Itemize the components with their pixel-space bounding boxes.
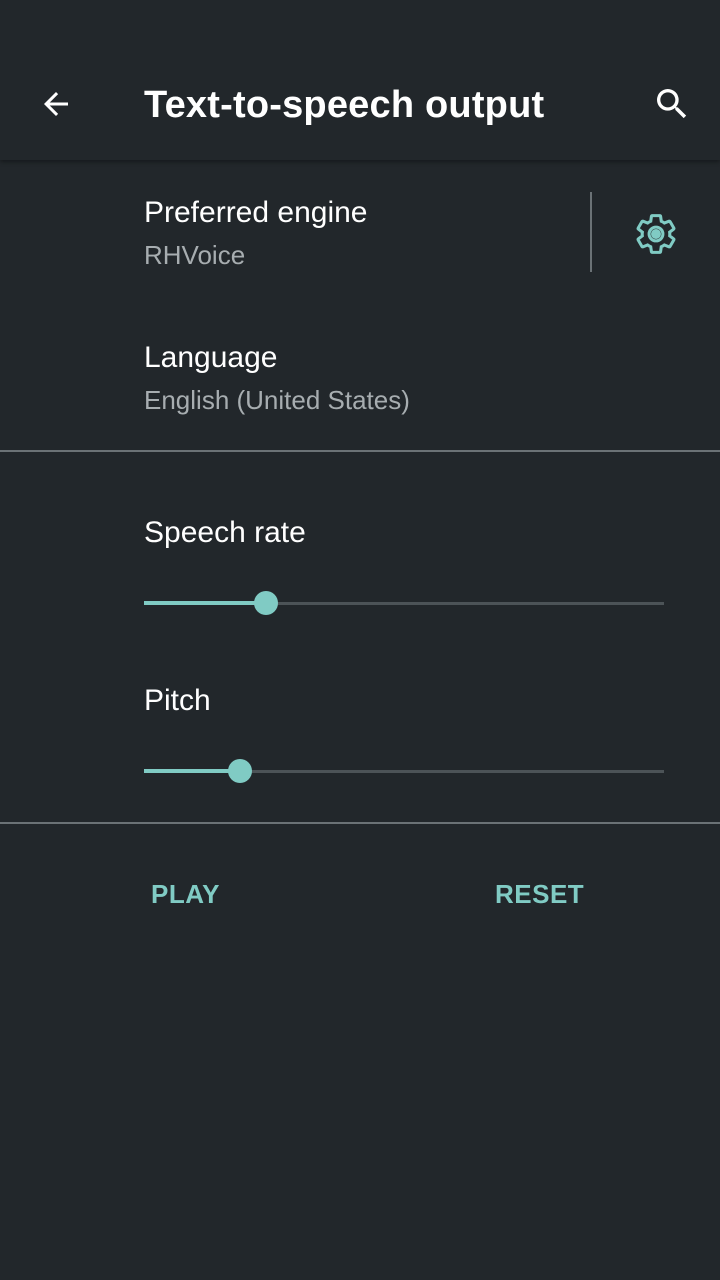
section-divider <box>0 450 720 452</box>
slider-thumb[interactable] <box>254 591 278 615</box>
vertical-divider <box>590 192 592 272</box>
gear-icon <box>636 214 676 254</box>
preferred-engine-item[interactable]: Preferred engine RHVoice <box>0 160 720 305</box>
slider-thumb[interactable] <box>228 759 252 783</box>
engine-settings-button[interactable] <box>616 194 696 274</box>
language-title: Language <box>144 341 278 374</box>
speech-rate-slider[interactable] <box>144 583 664 623</box>
speech-rate-label: Speech rate <box>144 516 306 549</box>
preferred-engine-summary: RHVoice <box>144 240 246 270</box>
language-summary: English (United States) <box>144 385 410 415</box>
pitch-slider[interactable] <box>144 751 664 791</box>
arrow-back-icon <box>44 92 68 116</box>
language-item[interactable]: Language English (United States) <box>0 305 720 450</box>
reset-button[interactable]: RESET <box>487 866 592 922</box>
play-button[interactable]: PLAY <box>143 866 228 922</box>
preferred-engine-title: Preferred engine <box>144 196 368 229</box>
search-icon <box>657 89 687 119</box>
slider-fill <box>144 601 266 605</box>
app-bar: Text-to-speech output <box>0 0 720 160</box>
page-title: Text-to-speech output <box>144 84 545 126</box>
slider-fill <box>144 769 240 773</box>
back-button[interactable] <box>24 72 88 136</box>
search-button[interactable] <box>640 72 704 136</box>
tts-settings-screen: Text-to-speech output Preferred engine R… <box>0 0 720 1280</box>
pitch-label: Pitch <box>144 684 211 717</box>
section-divider <box>0 822 720 824</box>
